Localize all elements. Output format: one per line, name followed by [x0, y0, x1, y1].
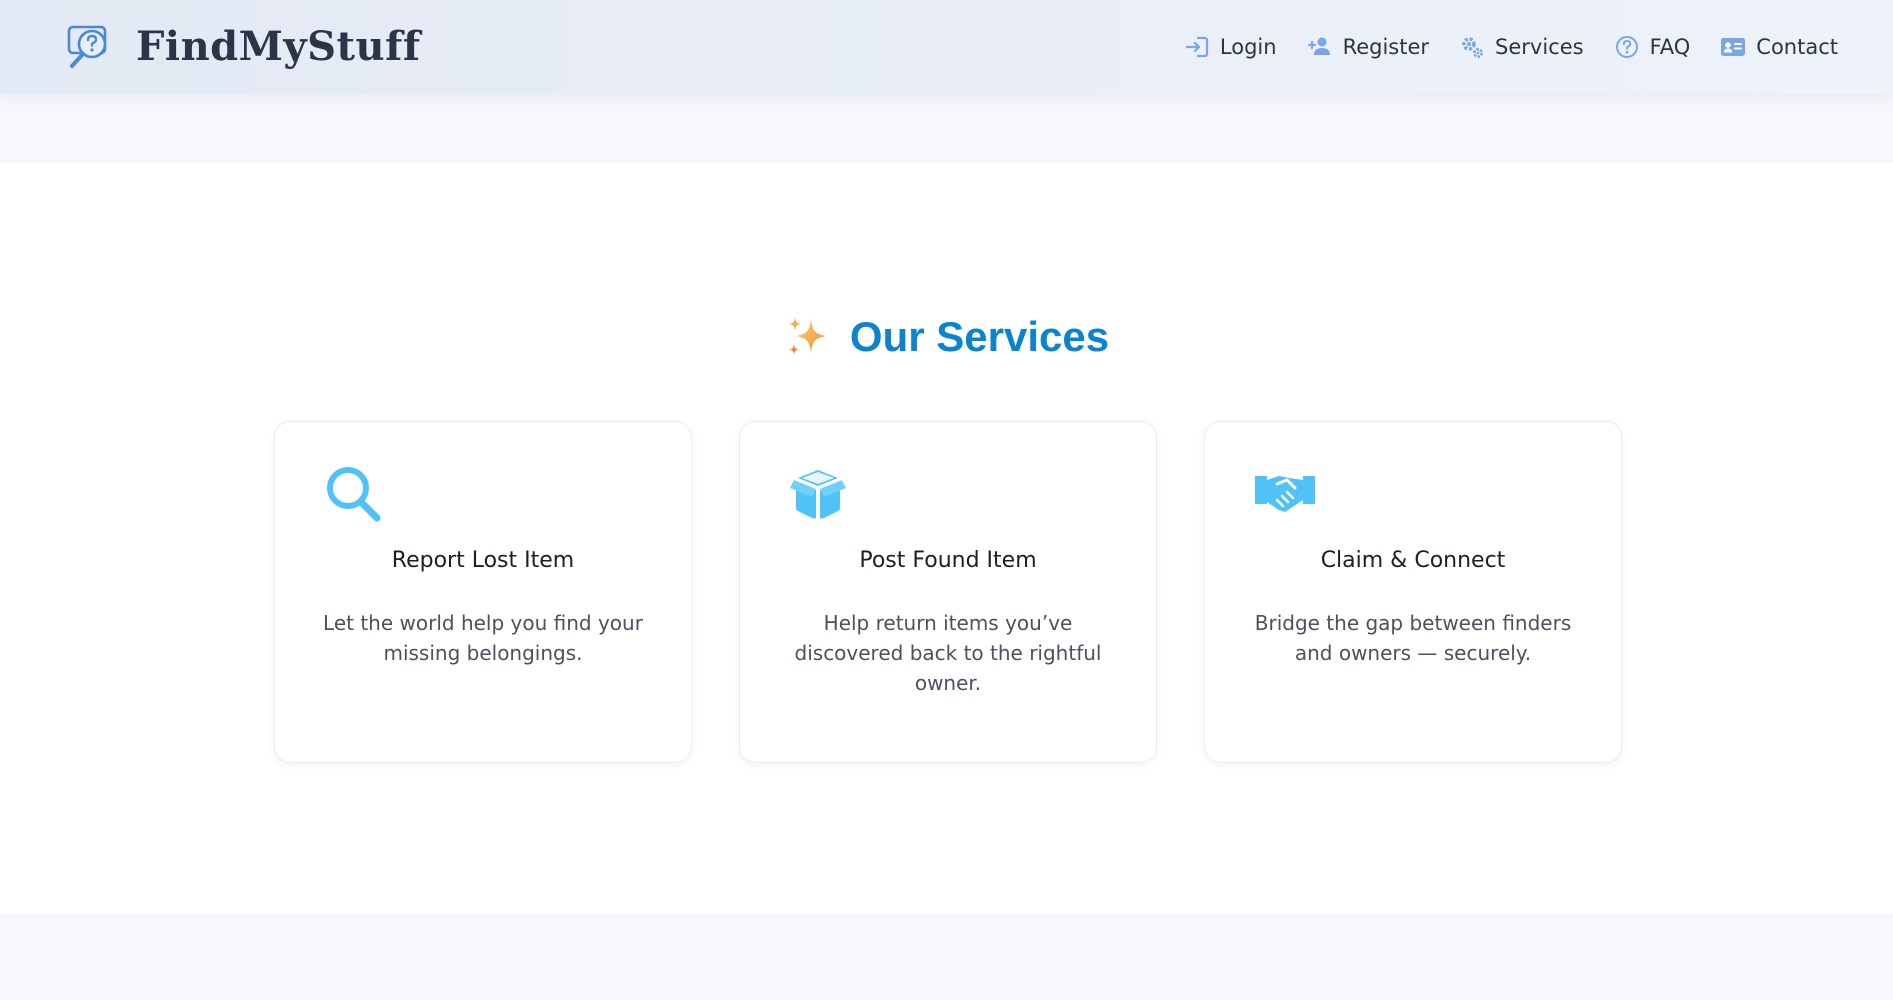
- service-card-report-lost[interactable]: Report Lost Item Let the world help you …: [274, 421, 692, 763]
- magnifier-icon: [323, 464, 383, 524]
- navbar: FindMyStuff Login Register Services FAQ …: [0, 0, 1893, 94]
- card-description: Let the world help you find your missing…: [323, 611, 643, 665]
- handshake-icon: [1253, 464, 1315, 524]
- nav-contact-label: Contact: [1756, 35, 1838, 59]
- brand-name: FindMyStuff: [136, 22, 421, 70]
- services-cards: Report Lost Item Let the world help you …: [274, 421, 1624, 766]
- nav-register-link[interactable]: Register: [1307, 34, 1429, 60]
- gears-icon: [1459, 34, 1485, 60]
- services-section: Our Services Report Lost Item Let the wo…: [0, 163, 1893, 914]
- nav-login-link[interactable]: Login: [1184, 34, 1277, 60]
- user-plus-icon: [1307, 34, 1333, 60]
- box-icon: [788, 464, 848, 524]
- card-description: Bridge the gap between finders and owner…: [1254, 611, 1572, 665]
- card-title: Report Lost Item: [391, 548, 575, 573]
- nav-services-link[interactable]: Services: [1459, 34, 1584, 60]
- top-spacer-band: [0, 94, 1893, 163]
- brand-logo-link[interactable]: FindMyStuff: [66, 20, 421, 72]
- nav-links: Login Register Services FAQ Contact: [1184, 26, 1838, 68]
- nav-faq-link[interactable]: FAQ: [1614, 34, 1691, 60]
- service-card-claim-connect[interactable]: Claim & Connect Bridge the gap between f…: [1204, 421, 1622, 763]
- nav-faq-label: FAQ: [1649, 35, 1691, 59]
- nav-login-label: Login: [1219, 35, 1277, 59]
- bottom-band: [0, 914, 1893, 1000]
- card-title: Post Found Item: [859, 548, 1037, 573]
- nav-contact-link[interactable]: Contact: [1720, 34, 1838, 60]
- card-title: Claim & Connect: [1320, 548, 1506, 573]
- nav-services-label: Services: [1495, 35, 1584, 59]
- login-icon: [1184, 34, 1210, 60]
- nav-register-label: Register: [1342, 35, 1430, 59]
- section-title: Our Services: [849, 313, 1110, 360]
- section-heading: Our Services: [0, 313, 1893, 361]
- sparkles-icon: [784, 313, 832, 361]
- card-description: Help return items you’ve discovered back…: [794, 611, 1102, 695]
- question-circle-icon: [1614, 34, 1640, 60]
- contact-card-icon: [1720, 34, 1746, 60]
- search-question-icon: [66, 22, 114, 70]
- service-card-post-found[interactable]: Post Found Item Help return items you’ve…: [739, 421, 1157, 763]
